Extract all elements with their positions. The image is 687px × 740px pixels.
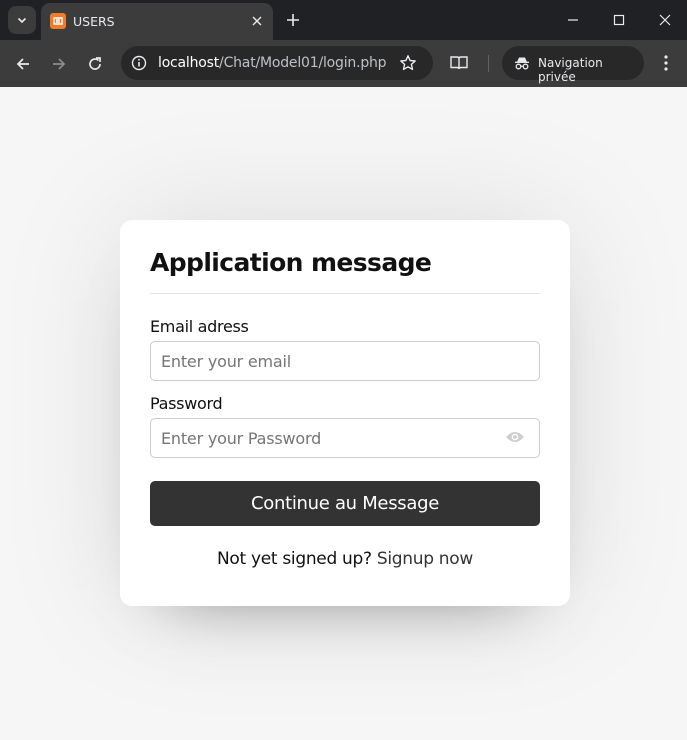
- forward-arrow-icon: [53, 58, 66, 70]
- private-browsing-label: Navigation privée: [538, 56, 603, 84]
- back-arrow-icon: [16, 58, 29, 70]
- maximize-icon: [613, 14, 625, 26]
- new-tab-button[interactable]: [283, 10, 303, 30]
- tab-strip: USERS: [0, 0, 687, 40]
- password-field[interactable]: [150, 418, 540, 458]
- address-bar[interactable]: localhost/Chat/Model01/login.php: [121, 46, 433, 80]
- close-window-button[interactable]: [650, 6, 680, 34]
- page-title: Application message: [150, 248, 432, 277]
- tab-search-button[interactable]: [8, 6, 36, 34]
- info-icon[interactable]: [131, 55, 147, 71]
- reader-mode-icon[interactable]: [449, 53, 469, 73]
- title-divider: [150, 293, 540, 294]
- kebab-menu-icon[interactable]: [656, 53, 676, 73]
- password-label: Password: [150, 394, 223, 413]
- toolbar-separator: [488, 55, 489, 72]
- url-text: localhost/Chat/Model01/login.php: [158, 55, 387, 71]
- url-host: localhost: [158, 55, 220, 71]
- chevron-down-icon: [17, 17, 27, 24]
- url-path: /Chat/Model01/login.php: [219, 55, 387, 71]
- continue-button[interactable]: Continue au Message: [150, 481, 540, 526]
- tab-close-button[interactable]: [248, 12, 266, 30]
- browser-tab[interactable]: USERS: [41, 3, 273, 40]
- reload-icon: [89, 57, 101, 70]
- signup-link[interactable]: Signup now: [377, 549, 473, 569]
- reload-button[interactable]: [82, 51, 108, 77]
- private-browsing-indicator[interactable]: Navigation privée: [502, 46, 644, 84]
- tab-title: USERS: [73, 14, 115, 29]
- favicon-icon: [50, 13, 66, 29]
- eye-icon[interactable]: [505, 430, 525, 444]
- browser-toolbar: localhost/Chat/Model01/login.php Navigat…: [0, 40, 687, 87]
- incognito-icon: [515, 57, 529, 70]
- signup-prompt-line: Not yet signed up? Signup now: [120, 549, 570, 569]
- signup-prompt: Not yet signed up?: [216, 549, 372, 569]
- minimize-button[interactable]: [558, 6, 588, 34]
- forward-button[interactable]: [46, 51, 72, 77]
- email-label: Email adress: [150, 317, 249, 336]
- close-icon: [252, 16, 262, 26]
- email-field[interactable]: [150, 341, 540, 381]
- maximize-button[interactable]: [604, 6, 634, 34]
- minimize-icon: [568, 19, 578, 21]
- back-button[interactable]: [10, 51, 36, 77]
- close-window-icon: [659, 14, 671, 26]
- login-card: Application message Email adress Passwor…: [120, 220, 570, 606]
- star-icon[interactable]: [399, 54, 417, 72]
- plus-icon: [287, 14, 299, 26]
